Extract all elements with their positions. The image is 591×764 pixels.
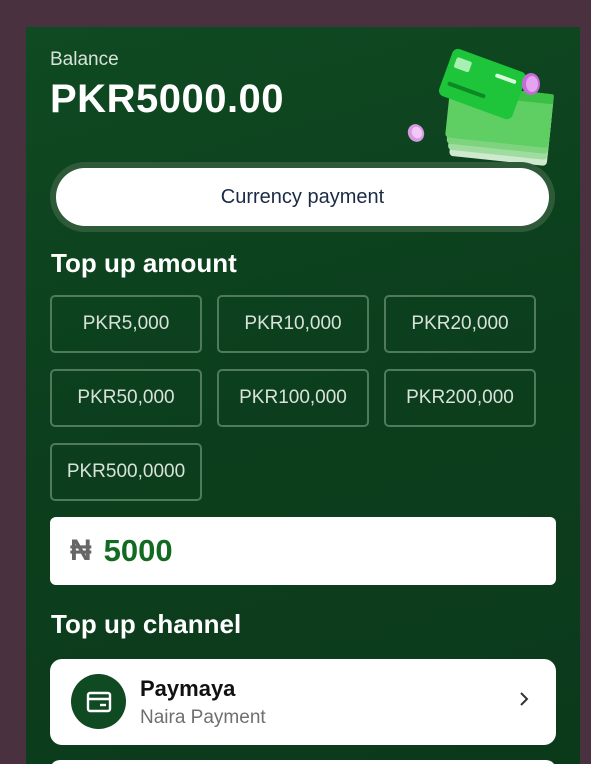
- wallet-icon: [71, 674, 126, 729]
- currency-payment-button[interactable]: Currency payment: [50, 162, 555, 232]
- amount-input-value[interactable]: 5000: [104, 533, 173, 569]
- channel-item-paymaya[interactable]: Paymaya Naira Payment: [50, 659, 556, 745]
- balance-value: PKR5000.00: [50, 77, 285, 121]
- naira-symbol: ₦: [70, 534, 92, 567]
- topup-amount-title: Top up amount: [51, 248, 237, 278]
- balance-label: Balance: [50, 49, 119, 70]
- chevron-right-icon: [520, 692, 529, 706]
- channel-item-partial[interactable]: [50, 760, 556, 764]
- amount-input[interactable]: ₦ 5000: [50, 517, 556, 585]
- amount-option[interactable]: PKR5,000: [50, 295, 202, 353]
- amount-option[interactable]: PKR100,000: [217, 369, 369, 427]
- channel-name: Paymaya: [140, 676, 236, 701]
- channel-subtitle: Naira Payment: [140, 707, 266, 728]
- currency-payment-label: Currency payment: [56, 168, 549, 226]
- amount-option[interactable]: PKR20,000: [384, 295, 536, 353]
- amount-option[interactable]: PKR500,0000: [50, 443, 202, 501]
- topup-channel-title: Top up channel: [51, 609, 242, 639]
- amount-option[interactable]: PKR50,000: [50, 369, 202, 427]
- amount-option[interactable]: PKR10,000: [217, 295, 369, 353]
- cards-illustration-icon: [407, 48, 554, 166]
- topup-panel: Balance PKR5000.00 Currency payment Top …: [26, 27, 580, 764]
- amount-option[interactable]: PKR200,000: [384, 369, 536, 427]
